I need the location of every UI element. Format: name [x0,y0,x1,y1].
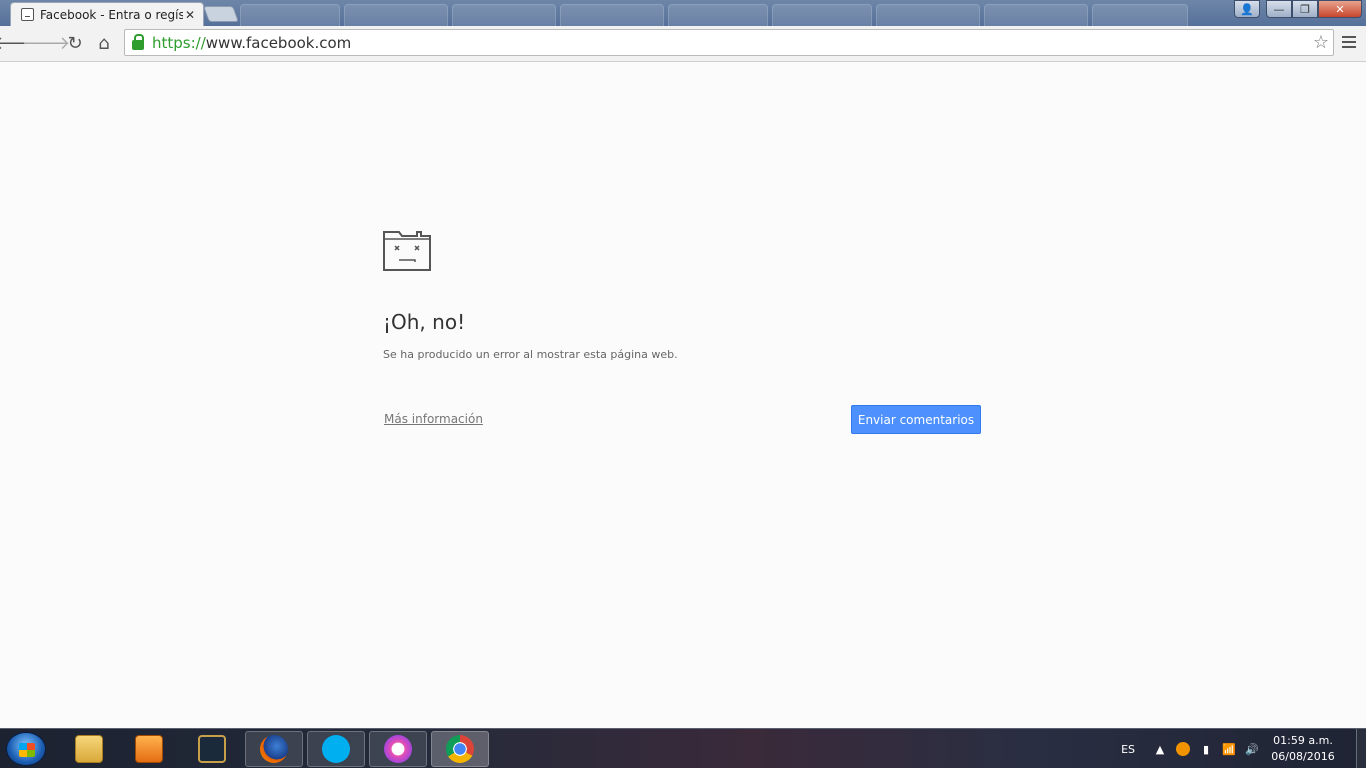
clock[interactable]: 01:59 a.m. 06/08/2016 [1268,733,1338,765]
language-indicator[interactable]: ES [1121,743,1135,756]
taskbar: ES ▲ ▮ 📶 🔊 01:59 a.m. 06/08/2016 [0,728,1366,768]
explorer-taskbar-button[interactable] [60,731,118,767]
avast-icon[interactable] [1176,742,1190,756]
network-signal-icon[interactable]: 📶 [1222,742,1236,756]
folder-icon [75,735,103,763]
firefox-icon [260,735,288,763]
background-tab[interactable] [560,4,664,26]
league-of-legends-icon [198,735,226,763]
itunes-icon [384,735,412,763]
show-hidden-icons-icon[interactable]: ▲ [1153,742,1167,756]
browser-toolbar: 🡐 🡒 ↻ ⌂ https://www.facebook.com ☆ [0,26,1366,62]
system-tray: ES ▲ ▮ 📶 🔊 01:59 a.m. 06/08/2016 [1121,729,1366,768]
background-tab[interactable] [344,4,448,26]
minimize-button[interactable]: — [1266,0,1292,18]
background-tab[interactable] [984,4,1088,26]
more-info-link[interactable]: Más información [384,412,483,426]
tab-facebook[interactable]: Facebook - Entra o regístr ✕ [10,2,204,26]
sad-page-favicon-icon [21,8,34,21]
itunes-taskbar-button[interactable] [369,731,427,767]
chrome-menu-icon[interactable] [1342,36,1356,48]
user-icon[interactable]: 👤 [1234,0,1260,18]
league-taskbar-button[interactable] [183,731,241,767]
error-title: ¡Oh, no! [383,310,466,334]
media-player-icon [135,735,163,763]
maximize-button[interactable]: ❐ [1292,0,1318,18]
show-desktop-button[interactable] [1356,729,1366,768]
new-tab-button[interactable] [203,6,239,22]
sad-folder-icon [383,231,431,271]
media-player-taskbar-button[interactable] [120,731,178,767]
background-tab[interactable] [772,4,872,26]
chrome-icon [446,735,474,763]
background-tab[interactable] [240,4,340,26]
volume-icon[interactable]: 🔊 [1245,742,1259,756]
skype-taskbar-button[interactable] [307,731,365,767]
background-tab[interactable] [1092,4,1188,26]
background-tab[interactable] [876,4,980,26]
clock-date: 06/08/2016 [1271,750,1335,763]
start-button[interactable] [6,732,46,766]
tab-close-icon[interactable]: ✕ [183,8,197,22]
home-icon[interactable]: ⌂ [92,32,116,54]
tab-title: Facebook - Entra o regístr [40,7,183,22]
reload-icon[interactable]: ↻ [63,32,87,54]
lock-icon [132,34,144,50]
bookmark-star-icon[interactable]: ☆ [1313,32,1329,53]
window-controls: 👤 — ❐ ✕ [1234,0,1362,18]
skype-icon [322,735,350,763]
background-tab[interactable] [668,4,768,26]
close-window-button[interactable]: ✕ [1318,0,1362,18]
forward-arrow-icon[interactable]: 🡒 [22,32,70,54]
page-content: ¡Oh, no! Se ha producido un error al mos… [0,62,1366,728]
chrome-taskbar-button[interactable] [431,731,489,767]
power-icon[interactable]: ▮ [1199,742,1213,756]
error-description: Se ha producido un error al mostrar esta… [383,348,678,361]
background-tab[interactable] [452,4,556,26]
send-feedback-button[interactable]: Enviar comentarios [851,405,981,434]
title-bar: Facebook - Entra o regístr ✕ 👤 — ❐ ✕ [0,0,1366,26]
clock-time: 01:59 a.m. [1273,734,1333,747]
address-bar[interactable]: https://www.facebook.com ☆ [124,29,1334,56]
firefox-taskbar-button[interactable] [245,731,303,767]
url-text[interactable]: https://www.facebook.com [152,34,351,52]
